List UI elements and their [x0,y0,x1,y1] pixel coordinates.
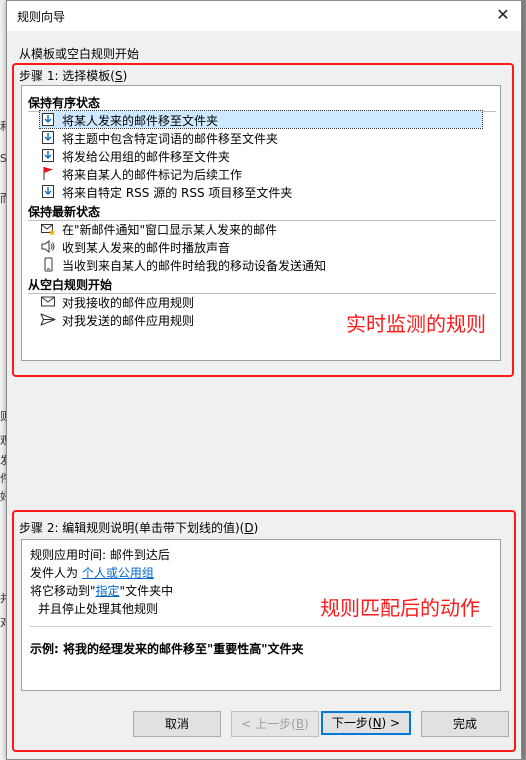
annotation-rule-action: 规则匹配后的动作 [320,596,480,620]
subtitle: 从模板或空白规则开始 [19,47,140,61]
close-icon[interactable]: ✕ [491,4,515,26]
title-bar: 规则向导 ✕ [7,1,521,31]
window-title: 规则向导 [17,10,66,24]
annotation-box-description [12,510,516,752]
annotation-realtime-rules: 实时监测的规则 [346,312,486,336]
